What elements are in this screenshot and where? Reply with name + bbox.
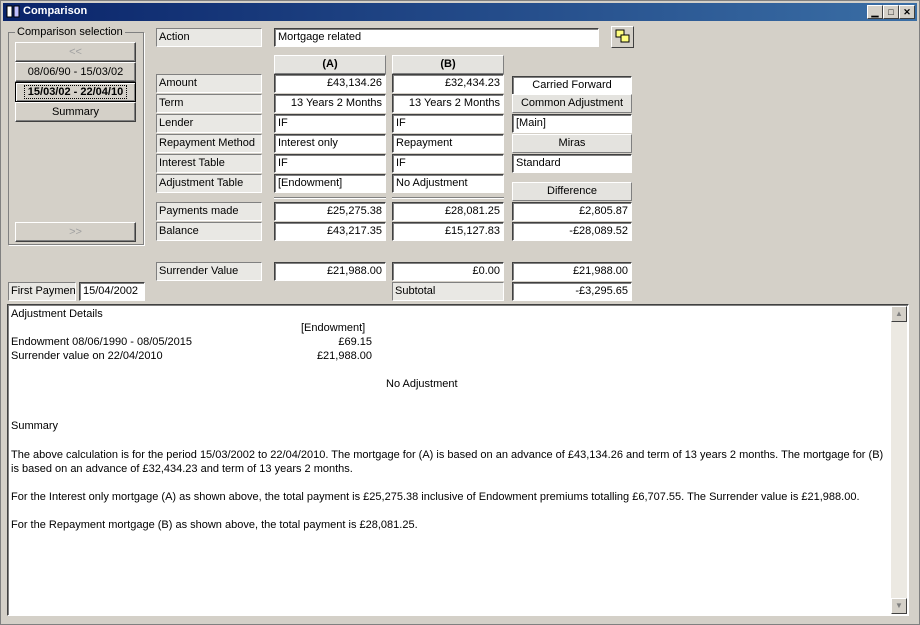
period-button-1[interactable]: 08/06/90 - 15/03/02 [15,62,136,82]
repayment-method-label: Repayment Method [156,134,262,153]
summary-paragraph-3: For the Repayment mortgage (B) as shown … [11,519,418,531]
scroll-up-icon[interactable]: ▲ [891,306,907,322]
main-field[interactable]: [Main] [512,114,632,133]
comparison-selection-label: Comparison selection [15,26,125,38]
surrender-value-a-field[interactable]: £21,988.00 [274,262,386,281]
standard-field[interactable]: Standard [512,154,632,173]
period-button-2[interactable]: 15/03/02 - 22/04/10 [15,82,136,102]
payments-made-a-field[interactable]: £25,275.38 [274,202,386,221]
action-field[interactable]: Mortgage related [274,28,599,47]
surrender-line-label: Surrender value on 22/04/2010 [11,350,163,362]
term-a-field[interactable]: 13 Years 2 Months [274,94,386,113]
close-button[interactable]: ✕ [899,5,915,19]
next-button[interactable]: >> [15,222,136,242]
repayment-method-b-field[interactable]: Repayment [392,134,504,153]
app-icon [6,5,20,18]
balance-b-field[interactable]: £15,127.83 [392,222,504,241]
term-label: Term [156,94,262,113]
select-action-button[interactable] [611,26,634,48]
subtotal-field[interactable]: -£3,295.65 [512,282,632,301]
first-payment-field[interactable]: 15/04/2002 [79,282,145,301]
endowment-line-label: Endowment 08/06/1990 - 08/05/2015 [11,336,193,348]
interest-table-a-field[interactable]: IF [274,154,386,173]
payments-made-b-field[interactable]: £28,081.25 [392,202,504,221]
adjustment-table-a-field[interactable]: [Endowment] [274,174,386,193]
summary-paragraph-2: For the Interest only mortgage (A) as sh… [11,491,860,503]
balance-a-field[interactable]: £43,217.35 [274,222,386,241]
miras-header: Miras [512,134,632,153]
payments-made-label: Payments made [156,202,262,221]
adjustment-details-textarea[interactable]: Adjustment Details [Endowment] Endowment… [7,304,909,616]
column-a-header: (A) [274,55,386,74]
vertical-scrollbar[interactable]: ▲ ▼ [891,306,907,614]
window-title: Comparison [23,5,88,17]
summary-heading: Summary [11,420,59,432]
summary-button[interactable]: Summary [15,102,136,122]
term-b-field[interactable]: 13 Years 2 Months [392,94,504,113]
subtotal-label: Subtotal [392,282,504,301]
amount-b-field[interactable]: £32,434.23 [392,74,504,93]
payments-made-diff-field[interactable]: £2,805.87 [512,202,632,221]
period-button-2-label: 15/03/02 - 22/04/10 [23,85,128,99]
surrender-value-label: Surrender Value [156,262,262,281]
interest-table-label: Interest Table [156,154,262,173]
title-bar[interactable]: Comparison ▁ □ ✕ [3,3,917,21]
amount-a-field[interactable]: £43,134.26 [274,74,386,93]
first-payment-label: First Payment [8,282,76,301]
surrender-line-value: £21,988.00 [316,350,372,362]
surrender-value-b-field[interactable]: £0.00 [392,262,504,281]
amount-label: Amount [156,74,262,93]
common-adjustment-header: Common Adjustment [512,94,632,113]
endowment-header: [Endowment] [301,322,366,334]
maximize-button[interactable]: □ [883,5,899,19]
details-heading: Adjustment Details [11,308,103,320]
previous-button[interactable]: << [15,42,136,62]
endowment-line-value: £69.15 [338,336,372,348]
lender-b-field[interactable]: IF [392,114,504,133]
surrender-value-diff-field[interactable]: £21,988.00 [512,262,632,281]
no-adjustment-text: No Adjustment [386,378,458,390]
repayment-method-a-field[interactable]: Interest only [274,134,386,153]
lender-label: Lender [156,114,262,133]
windows-icon [615,29,630,43]
scroll-down-icon[interactable]: ▼ [891,598,907,614]
interest-table-b-field[interactable]: IF [392,154,504,173]
separator-b [392,197,504,199]
separator-a [274,197,386,199]
summary-paragraph-1: The above calculation is for the period … [11,449,884,475]
comparison-window: Comparison ▁ □ ✕ Comparison selection <<… [0,0,920,625]
column-b-header: (B) [392,55,504,74]
adjustment-table-b-field[interactable]: No Adjustment [392,174,504,193]
carried-forward-field[interactable]: Carried Forward [512,76,632,95]
difference-header: Difference [512,182,632,201]
adjustment-table-label: Adjustment Table [156,174,262,193]
balance-label: Balance [156,222,262,241]
lender-a-field[interactable]: IF [274,114,386,133]
balance-diff-field[interactable]: -£28,089.52 [512,222,632,241]
action-label: Action [156,28,262,47]
minimize-button[interactable]: ▁ [867,5,883,19]
